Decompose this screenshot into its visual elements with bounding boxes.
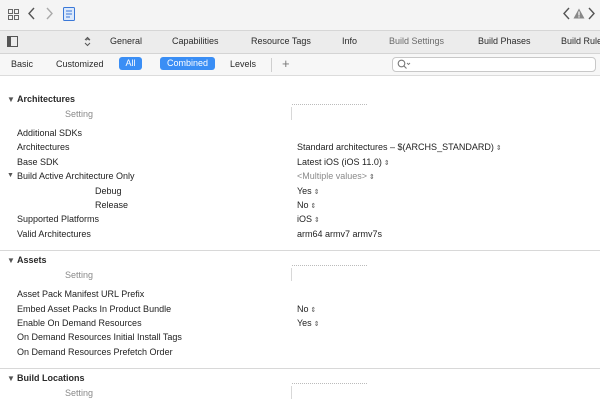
setting-name: Enable On Demand Resources xyxy=(17,318,142,328)
section-title: Assets xyxy=(17,255,47,266)
setting-name: Release xyxy=(95,200,129,210)
editor-tab-bar: ⌃ General Capabilities Resource Tags Inf… xyxy=(0,31,600,54)
setting-name: Valid Architectures xyxy=(17,228,91,239)
setting-value-text: iOS xyxy=(297,214,313,225)
setting-value[interactable]: Yes ⇕ xyxy=(297,318,320,328)
column-header-setting: Setting xyxy=(65,109,94,119)
value-stepper-icon[interactable]: ⇕ xyxy=(314,217,320,224)
setting-value-text: Yes xyxy=(297,185,312,196)
build-settings-filter-bar: Basic Customized All Combined Levels + xyxy=(0,54,600,76)
setting-value[interactable]: Standard architectures – $(ARCHS_STANDAR… xyxy=(297,142,502,152)
build-settings-list: ▼ Architectures Setting Additional SDKs Arch… xyxy=(0,76,600,418)
value-stepper-icon[interactable]: ⇕ xyxy=(369,174,375,181)
back-arrow-icon[interactable] xyxy=(27,7,36,23)
combined-view-button[interactable]: Combined xyxy=(160,57,215,70)
disclosure-triangle-icon[interactable]: ▼ xyxy=(7,374,15,383)
basic-filter-button[interactable]: Basic xyxy=(11,59,33,69)
setting-row[interactable]: ▼ Build Active Architecture Only <Multiple… xyxy=(0,170,600,184)
tab-resource-tags[interactable]: Resource Tags xyxy=(251,36,311,46)
column-header-rule xyxy=(292,265,367,267)
setting-row[interactable]: On Demand Resources Initial Install Tags xyxy=(0,331,600,345)
setting-row[interactable]: Enable On Demand Resources Yes ⇕ xyxy=(0,317,600,331)
target-stepper-icon[interactable] xyxy=(84,36,91,50)
customized-filter-button[interactable]: Customized xyxy=(56,59,104,69)
setting-name: Asset Pack Manifest URL Prefix xyxy=(17,289,145,300)
section-separator xyxy=(0,368,600,370)
next-issue-icon[interactable] xyxy=(587,7,596,23)
setting-name: On Demand Resources Initial Install Tags xyxy=(17,332,182,343)
setting-row[interactable]: Base SDK Latest iOS (iOS 11.0) ⇕ xyxy=(0,156,600,170)
section-separator xyxy=(0,250,600,252)
previous-issue-icon[interactable] xyxy=(562,7,571,23)
setting-value-text: Latest iOS (iOS 11.0) xyxy=(297,156,382,167)
setting-row[interactable]: Debug Yes ⇕ xyxy=(0,185,600,199)
column-header-setting: Setting xyxy=(65,270,94,281)
setting-value-text: <Multiple values> xyxy=(297,171,368,182)
setting-name: Additional SDKs xyxy=(17,128,83,138)
setting-row[interactable]: Asset Pack Manifest URL Prefix xyxy=(0,288,600,302)
column-header-setting: Setting xyxy=(65,388,94,399)
setting-row[interactable]: Release No ⇕ xyxy=(0,199,600,213)
grid-icon[interactable] xyxy=(8,9,19,23)
all-filter-button[interactable]: All xyxy=(119,57,142,70)
setting-row[interactable]: Supported Platforms iOS ⇕ xyxy=(0,213,600,227)
disclosure-triangle-icon[interactable]: ▼ xyxy=(7,256,15,265)
forward-arrow-icon[interactable] xyxy=(45,7,54,23)
value-stepper-icon[interactable]: ⇕ xyxy=(384,160,390,167)
value-stepper-icon[interactable]: ⇕ xyxy=(314,321,320,328)
tab-capabilities[interactable]: Capabilities xyxy=(172,36,219,46)
column-divider xyxy=(291,107,292,120)
setting-value-text: Yes xyxy=(297,318,312,328)
setting-value[interactable]: Latest iOS (iOS 11.0) ⇕ xyxy=(297,157,390,167)
setting-name: Base SDK xyxy=(17,156,59,167)
setting-name: On Demand Resources Prefetch Order xyxy=(17,346,173,357)
warning-icon[interactable] xyxy=(573,8,585,22)
setting-row[interactable]: Architectures Standard architectures – $(… xyxy=(0,141,600,155)
levels-view-button[interactable]: Levels xyxy=(230,59,256,69)
setting-value-text: Standard architectures – $(ARCHS_STANDAR… xyxy=(297,142,494,153)
section-title: Architectures xyxy=(17,94,76,104)
value-stepper-icon[interactable]: ⇕ xyxy=(311,307,317,314)
tab-info[interactable]: Info xyxy=(342,36,357,46)
tab-build-rules[interactable]: Build Rule xyxy=(561,36,600,46)
setting-row[interactable]: Embed Asset Packs In Product Bundle No ⇕ xyxy=(0,303,600,317)
section-title: Build Locations xyxy=(17,373,85,384)
setting-value[interactable]: Yes ⇕ xyxy=(297,186,320,196)
add-setting-button[interactable]: + xyxy=(282,56,290,71)
tab-general[interactable]: General xyxy=(110,36,142,46)
value-stepper-icon[interactable]: ⇕ xyxy=(314,189,320,196)
setting-row[interactable]: On Demand Resources Prefetch Order xyxy=(0,346,600,360)
setting-value[interactable]: No ⇕ xyxy=(297,200,316,210)
setting-value[interactable]: No ⇕ xyxy=(297,304,316,314)
column-header-rule xyxy=(292,104,367,105)
navigation-bar xyxy=(0,0,600,31)
setting-value-text: arm64 armv7 armv7s xyxy=(297,228,383,239)
column-divider xyxy=(291,268,292,282)
value-stepper-icon[interactable]: ⇕ xyxy=(311,203,317,210)
setting-row[interactable]: Additional SDKs xyxy=(0,127,600,141)
column-header-rule xyxy=(292,383,367,385)
setting-row[interactable]: Valid Architectures arm64 armv7 armv7s xyxy=(0,228,600,242)
swift-file-icon[interactable] xyxy=(63,7,75,24)
setting-name: Architectures xyxy=(17,142,70,153)
setting-value[interactable]: <Multiple values> ⇕ xyxy=(297,171,375,181)
setting-value-text: No xyxy=(297,303,309,314)
sidebar-toggle-icon[interactable] xyxy=(7,36,18,50)
setting-name: Embed Asset Packs In Product Bundle xyxy=(17,303,172,314)
setting-name: Build Active Architecture Only xyxy=(17,171,135,182)
value-stepper-icon[interactable]: ⇕ xyxy=(496,145,502,152)
setting-name: Supported Platforms xyxy=(17,214,100,225)
filter-divider xyxy=(271,58,272,72)
search-field[interactable] xyxy=(392,57,596,72)
column-divider xyxy=(291,386,292,400)
setting-value-text: No xyxy=(297,200,309,210)
setting-name: Debug xyxy=(95,185,122,196)
setting-value[interactable]: iOS ⇕ xyxy=(297,214,320,224)
setting-value[interactable]: arm64 armv7 armv7s xyxy=(297,229,382,239)
tab-build-settings[interactable]: Build Settings xyxy=(389,36,444,46)
tab-build-phases[interactable]: Build Phases xyxy=(478,36,531,46)
search-icon xyxy=(397,59,411,72)
disclosure-triangle-icon[interactable]: ▼ xyxy=(7,95,15,104)
expand-triangle-icon[interactable]: ▼ xyxy=(7,172,14,179)
